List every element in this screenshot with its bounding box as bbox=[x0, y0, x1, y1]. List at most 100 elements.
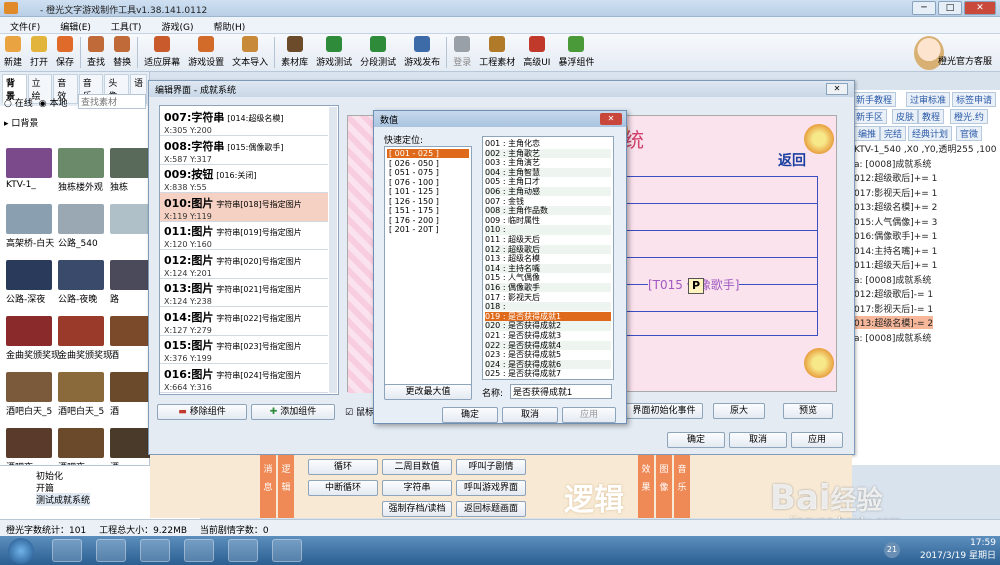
value-item[interactable]: 015 : 人气偶像 bbox=[485, 273, 611, 282]
value-item[interactable]: 007 : 金钱 bbox=[485, 197, 611, 206]
thumbnail[interactable] bbox=[58, 260, 104, 290]
script-line[interactable]: 013:超级名模]+= 2 bbox=[854, 200, 937, 213]
quick-range-item[interactable]: [ 001 - 025 ] bbox=[387, 149, 469, 158]
call-subplot-button[interactable]: 呼叫子剧情 bbox=[456, 459, 526, 475]
network-icon[interactable] bbox=[272, 539, 302, 562]
component-item[interactable]: 015:图片 字符串[023]号指定图片 X:376 Y:199 bbox=[160, 335, 328, 364]
thumbnail[interactable] bbox=[58, 428, 104, 458]
scene-back-button[interactable]: 返回 bbox=[778, 150, 806, 170]
menu-tools[interactable]: 工具(T) bbox=[101, 17, 152, 33]
component-item[interactable]: 013:图片 字符串[021]号指定图片 X:124 Y:238 bbox=[160, 278, 328, 307]
folder-background[interactable]: ▸ 口背景 bbox=[4, 116, 38, 129]
toolbar-button-7[interactable]: 文本导入 bbox=[228, 34, 272, 71]
component-item[interactable]: 007:字符串 [014:超级名模] X:305 Y:200 bbox=[160, 107, 328, 136]
script-line[interactable]: 013:超级名模]-= 2 bbox=[854, 316, 934, 329]
value-item[interactable]: 012 : 超级歌后 bbox=[485, 244, 611, 254]
tab-music[interactable]: 音乐 bbox=[674, 455, 690, 518]
quick-range-item[interactable]: [ 151 - 175 ] bbox=[387, 206, 469, 215]
toolbar-button-8[interactable]: 素材库 bbox=[277, 34, 312, 71]
loop-button[interactable]: 循环 bbox=[308, 459, 378, 475]
close-button[interactable]: ✕ bbox=[964, 1, 996, 15]
call-game-ui-button[interactable]: 呼叫游戏界面 bbox=[456, 480, 526, 496]
quick-link[interactable]: 编推 bbox=[854, 126, 881, 141]
online-radio[interactable]: ○ 在线 bbox=[4, 96, 33, 109]
quick-range-item[interactable]: [ 101 - 125 ] bbox=[387, 187, 469, 196]
quick-link[interactable]: 皮肤 bbox=[892, 109, 919, 124]
tab-image[interactable]: 图像 bbox=[656, 455, 672, 518]
script-line[interactable]: a: [0008]成就系统 bbox=[854, 157, 931, 170]
value-item[interactable]: 022 : 是否获得成就4 bbox=[485, 340, 611, 350]
script-line[interactable]: 011:超级天后]+= 1 bbox=[854, 258, 937, 271]
value-ok-button[interactable]: 确定 bbox=[442, 407, 498, 423]
toolbar-button-0[interactable]: 新建 bbox=[0, 34, 26, 71]
script-line[interactable]: a: [0008]成就系统 bbox=[854, 331, 931, 344]
value-name-field[interactable] bbox=[510, 384, 612, 399]
clock[interactable]: 17:59 2017/3/19 星期日 bbox=[920, 538, 996, 561]
init-event-button[interactable]: 界面初始化事件 bbox=[625, 403, 703, 419]
value-item[interactable]: 023 : 是否获得成就5 bbox=[485, 350, 611, 359]
toolbar-button-4[interactable]: 替换 bbox=[109, 34, 135, 71]
second-round-value-button[interactable]: 二周目数值 bbox=[382, 459, 452, 475]
tab-logic[interactable]: 逻辑 bbox=[278, 455, 294, 518]
value-item[interactable]: 004 : 主角智慧 bbox=[485, 167, 611, 178]
thumbnail[interactable] bbox=[58, 204, 104, 234]
component-scrollbar[interactable] bbox=[329, 107, 337, 393]
tree-item-achievement[interactable]: 测试成就系统 bbox=[36, 493, 91, 506]
editor-close-button[interactable]: ✕ bbox=[826, 83, 848, 95]
asset-search-input[interactable] bbox=[78, 94, 146, 109]
script-line[interactable]: 012:超级歌后]+= 1 bbox=[854, 171, 937, 184]
toolbar-button-3[interactable]: 查找 bbox=[83, 34, 109, 71]
value-item[interactable]: 014 : 主持名嘴 bbox=[485, 263, 611, 274]
string-button[interactable]: 字符串 bbox=[382, 480, 452, 496]
notification-badge[interactable]: 21 bbox=[884, 542, 900, 558]
fullsize-button[interactable]: 原大 bbox=[713, 403, 765, 419]
component-item[interactable]: 012:图片 字符串[020]号指定图片 X:124 Y:201 bbox=[160, 250, 328, 279]
return-title-button[interactable]: 返回标题画面 bbox=[456, 501, 526, 517]
component-item[interactable]: 016:图片 字符串[024]号指定图片 X:664 Y:316 bbox=[160, 364, 328, 393]
value-item[interactable]: 002 : 主角歌艺 bbox=[485, 148, 611, 158]
quick-link[interactable]: 教程 bbox=[918, 109, 945, 124]
value-item[interactable]: 013 : 超级名模 bbox=[485, 254, 611, 263]
thumbnail[interactable] bbox=[6, 260, 52, 290]
thumbnail[interactable] bbox=[6, 428, 52, 458]
value-item[interactable]: 017 : 影视天后 bbox=[485, 293, 611, 302]
editor-cancel-button[interactable]: 取消 bbox=[729, 432, 787, 448]
editor-apply-button[interactable]: 应用 bbox=[791, 432, 843, 448]
tab-effect[interactable]: 效果 bbox=[638, 455, 654, 518]
value-item[interactable]: 020 : 是否获得成就2 bbox=[485, 321, 611, 331]
orange-tool-icon[interactable] bbox=[184, 539, 214, 562]
quick-range-item[interactable]: [ 126 - 150 ] bbox=[387, 197, 469, 206]
script-line[interactable]: 017:影视天后]+= 1 bbox=[854, 186, 937, 199]
quick-range-item[interactable]: [ 076 - 100 ] bbox=[387, 178, 469, 187]
value-item[interactable]: 009 : 临时属性 bbox=[485, 216, 611, 225]
quick-link[interactable]: 标签申请 bbox=[952, 92, 997, 107]
quick-link[interactable]: 经典计划 bbox=[908, 126, 953, 141]
toolbar-button-14[interactable]: 高级UI bbox=[519, 34, 554, 71]
value-item[interactable]: 005 : 主角口才 bbox=[485, 177, 611, 186]
menu-game[interactable]: 游戏(G) bbox=[151, 17, 203, 33]
maximize-button[interactable]: □ bbox=[938, 1, 962, 15]
value-item[interactable]: 019 : 是否获得成就1 bbox=[485, 311, 611, 322]
script-line[interactable]: KTV-1_540 ,X0 ,Y0,透明255 ,100 bbox=[854, 142, 996, 155]
service-label[interactable]: 橙光官方客服 bbox=[938, 54, 992, 67]
preview-button[interactable]: 预览 bbox=[783, 403, 833, 419]
mouse-checkbox[interactable]: ☑ 鼠标 bbox=[345, 405, 374, 418]
component-item[interactable]: 009:按钮 [016:关闭] X:838 Y:55 bbox=[160, 164, 328, 193]
toolbar-button-9[interactable]: 游戏测试 bbox=[312, 34, 356, 71]
toolbar-button-6[interactable]: 游戏设置 bbox=[184, 34, 228, 71]
value-apply-button[interactable]: 应用 bbox=[562, 407, 616, 423]
k-app-icon[interactable] bbox=[140, 539, 170, 562]
value-item[interactable]: 024 : 是否获得成就6 bbox=[485, 359, 611, 370]
value-item[interactable]: 016 : 偶像歌手 bbox=[485, 283, 611, 293]
quick-range-item[interactable]: [ 026 - 050 ] bbox=[387, 159, 469, 168]
menu-help[interactable]: 帮助(H) bbox=[203, 17, 255, 33]
script-line[interactable]: 016:偶像歌手]+= 1 bbox=[854, 229, 937, 242]
force-save-load-button[interactable]: 强制存档/读档 bbox=[382, 501, 452, 517]
component-item[interactable]: 014:图片 字符串[022]号指定图片 X:127 Y:279 bbox=[160, 307, 328, 336]
quick-link[interactable]: 新手区 bbox=[852, 109, 888, 124]
toolbar-button-1[interactable]: 打开 bbox=[26, 34, 52, 71]
script-line[interactable]: 012:超级歌后]-= 1 bbox=[854, 287, 933, 300]
menu-edit[interactable]: 编辑(E) bbox=[50, 17, 101, 33]
value-item[interactable]: 018 : bbox=[485, 302, 611, 312]
script-line[interactable]: a: [0008]成就系统 bbox=[854, 273, 931, 286]
